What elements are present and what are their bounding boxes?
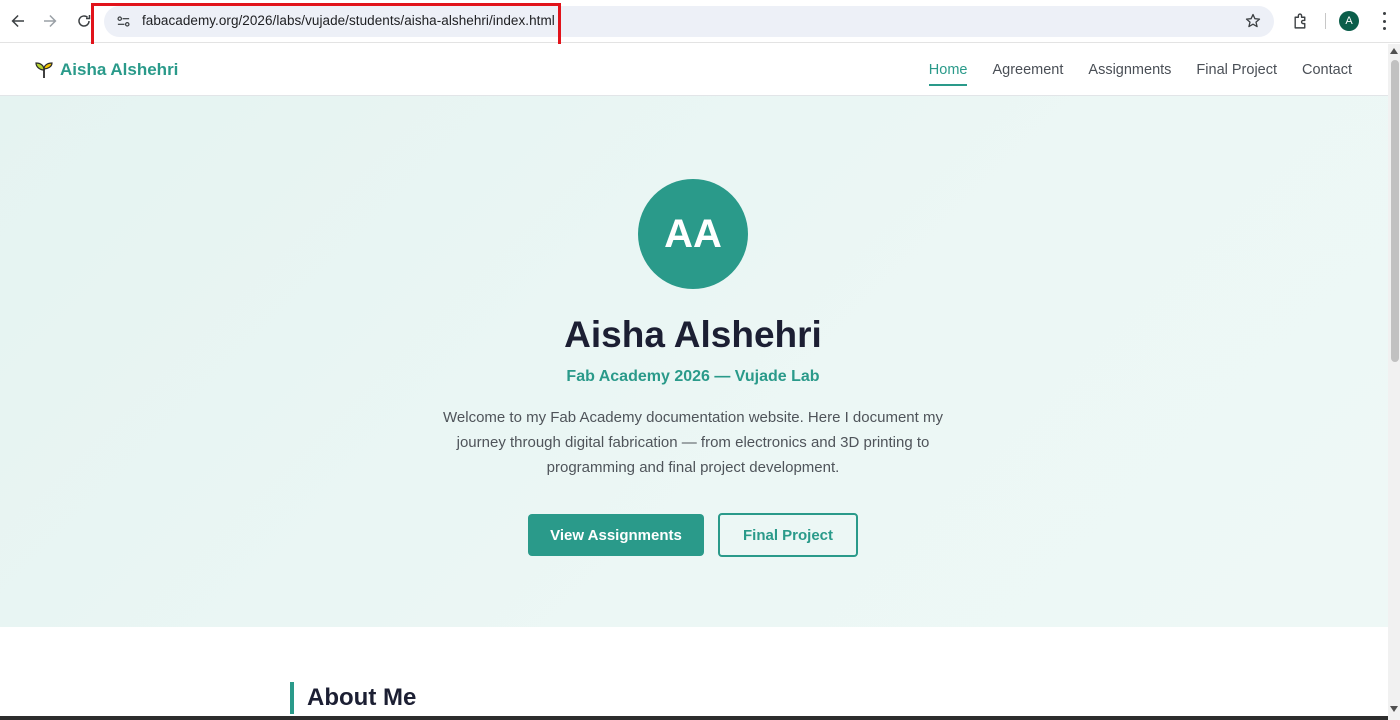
hero-section: AA Aisha Alshehri Fab Academy 2026 — Vuj… — [0, 96, 1388, 627]
brand-logo-link[interactable]: Aisha Alshehri — [34, 60, 178, 80]
main-nav: Home Agreement Assignments Final Project… — [928, 62, 1352, 86]
nav-contact[interactable]: Contact — [1302, 62, 1352, 86]
nav-agreement[interactable]: Agreement — [992, 62, 1063, 86]
hero-subtitle: Fab Academy 2026 — Vujade Lab — [566, 368, 820, 385]
nav-final-project[interactable]: Final Project — [1196, 62, 1277, 86]
avatar: AA — [638, 179, 748, 289]
taskbar-edge — [0, 716, 1388, 720]
browser-menu-icon[interactable] — [1381, 12, 1387, 30]
nav-home[interactable]: Home — [928, 62, 968, 86]
extensions-icon[interactable] — [1290, 11, 1310, 31]
back-button[interactable] — [6, 9, 30, 33]
view-assignments-button[interactable]: View Assignments — [528, 514, 704, 556]
brand-name: Aisha Alshehri — [60, 60, 179, 79]
site-header: Aisha Alshehri Home Agreement Assignment… — [0, 44, 1388, 96]
bookmark-star-icon[interactable] — [1243, 11, 1263, 31]
forward-button[interactable] — [38, 9, 62, 33]
reload-icon — [78, 15, 91, 27]
profile-avatar[interactable]: A — [1339, 11, 1359, 31]
final-project-button[interactable]: Final Project — [718, 513, 858, 557]
hero-title: Aisha Alshehri — [564, 314, 822, 355]
scroll-down-icon[interactable] — [1390, 706, 1398, 712]
toolbar-divider — [1325, 13, 1326, 29]
hero-description: Welcome to my Fab Academy documentation … — [443, 409, 943, 476]
browser-toolbar: fabacademy.org/2026/labs/vujade/students… — [0, 0, 1400, 48]
seedling-icon — [35, 62, 53, 78]
nav-assignments[interactable]: Assignments — [1088, 62, 1171, 86]
scrollbar-thumb[interactable] — [1391, 60, 1399, 362]
arrow-right-icon — [44, 15, 57, 27]
about-heading: About Me — [307, 684, 417, 711]
section-accent-bar — [290, 682, 294, 714]
url-highlight-box — [91, 3, 561, 48]
arrow-left-icon — [11, 15, 24, 27]
scroll-up-icon[interactable] — [1390, 48, 1398, 54]
